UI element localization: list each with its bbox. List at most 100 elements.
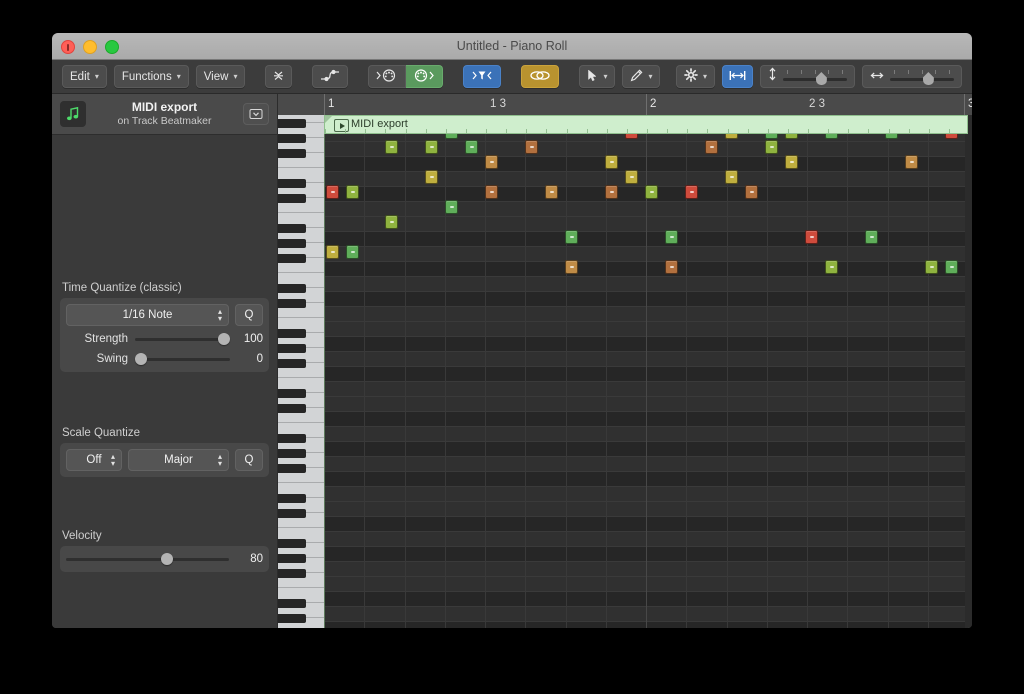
note-lane[interactable]	[324, 142, 972, 157]
piano-key-black[interactable]	[278, 539, 306, 548]
midi-note[interactable]	[346, 185, 359, 199]
edit-menu-button[interactable]: Edit ▾	[62, 65, 107, 88]
midi-note[interactable]	[725, 170, 738, 184]
piano-key-black[interactable]	[278, 569, 306, 578]
midi-note[interactable]	[485, 155, 498, 169]
note-lane[interactable]	[324, 247, 972, 262]
automation-curve-button[interactable]	[312, 65, 348, 88]
midi-note[interactable]	[525, 140, 538, 154]
note-lane[interactable]	[324, 382, 972, 397]
disclosure-down-icon[interactable]	[243, 103, 269, 125]
midi-note[interactable]	[605, 155, 618, 169]
note-lane[interactable]	[324, 562, 972, 577]
midi-note[interactable]	[565, 260, 578, 274]
midi-note[interactable]	[326, 185, 339, 199]
note-lane[interactable]	[324, 472, 972, 487]
note-lane[interactable]	[324, 607, 972, 622]
midi-note[interactable]	[385, 215, 398, 229]
midi-note[interactable]	[485, 185, 498, 199]
note-lane[interactable]	[324, 622, 972, 628]
bar-ruler[interactable]: 11 322 33	[324, 94, 972, 116]
midi-note[interactable]	[425, 170, 438, 184]
velocity-slider[interactable]	[66, 552, 229, 566]
note-lane[interactable]	[324, 442, 972, 457]
midi-note[interactable]	[825, 134, 838, 139]
midi-note[interactable]	[645, 185, 658, 199]
vertical-zoom-slider[interactable]	[783, 66, 847, 87]
piano-key-black[interactable]	[278, 224, 306, 233]
midi-note[interactable]	[805, 230, 818, 244]
midi-note[interactable]	[825, 260, 838, 274]
piano-key-black[interactable]	[278, 614, 306, 623]
piano-key-black[interactable]	[278, 464, 306, 473]
pointer-tool-button[interactable]: ▾	[579, 65, 615, 88]
midi-note[interactable]	[565, 230, 578, 244]
piano-key-black[interactable]	[278, 554, 306, 563]
midi-note[interactable]	[745, 185, 758, 199]
midi-note[interactable]	[765, 140, 778, 154]
swing-slider[interactable]	[135, 352, 230, 366]
midi-note[interactable]	[725, 134, 738, 139]
midi-note[interactable]	[865, 230, 878, 244]
piano-key-black[interactable]	[278, 509, 306, 518]
midi-note[interactable]	[326, 245, 339, 259]
piano-key-black[interactable]	[278, 254, 306, 263]
midi-note[interactable]	[945, 260, 958, 274]
midi-note[interactable]	[605, 185, 618, 199]
midi-note[interactable]	[785, 155, 798, 169]
piano-key-black[interactable]	[278, 434, 306, 443]
note-grid[interactable]	[324, 134, 972, 628]
piano-key-black[interactable]	[278, 599, 306, 608]
midi-note[interactable]	[445, 200, 458, 214]
piano-key-black[interactable]	[278, 494, 306, 503]
link-button[interactable]	[521, 65, 559, 88]
midi-note[interactable]	[945, 134, 958, 139]
midi-note[interactable]	[685, 185, 698, 199]
horizontal-zoom-control[interactable]	[862, 65, 962, 88]
piano-key-black[interactable]	[278, 194, 306, 203]
midi-note[interactable]	[765, 134, 778, 139]
piano-key-black[interactable]	[278, 404, 306, 413]
scale-quantize-mode-popup[interactable]: Off ▴▾	[66, 449, 122, 471]
midi-note[interactable]	[785, 134, 798, 139]
piano-key-black[interactable]	[278, 299, 306, 308]
piano-key-black[interactable]	[278, 344, 306, 353]
note-lane[interactable]	[324, 397, 972, 412]
piano-key-black[interactable]	[278, 284, 306, 293]
note-lane[interactable]	[324, 577, 972, 592]
note-lane[interactable]	[324, 202, 972, 217]
note-lane[interactable]	[324, 457, 972, 472]
note-lane[interactable]	[324, 427, 972, 442]
midi-note[interactable]	[665, 230, 678, 244]
note-lane[interactable]	[324, 307, 972, 322]
piano-keyboard[interactable]	[278, 115, 324, 628]
midi-note[interactable]	[885, 134, 898, 139]
midi-note[interactable]	[465, 140, 478, 154]
note-lane[interactable]	[324, 277, 972, 292]
note-lane[interactable]	[324, 412, 972, 427]
midi-note[interactable]	[925, 260, 938, 274]
piano-key-black[interactable]	[278, 389, 306, 398]
note-lane[interactable]	[324, 517, 972, 532]
midi-note[interactable]	[665, 260, 678, 274]
vertical-zoom-control[interactable]	[760, 65, 855, 88]
velocity-scale-button[interactable]	[265, 65, 292, 88]
note-lane[interactable]	[324, 337, 972, 352]
midi-out-button[interactable]	[406, 65, 443, 88]
piano-key-black[interactable]	[278, 239, 306, 248]
piano-key-black[interactable]	[278, 359, 306, 368]
note-lane[interactable]	[324, 322, 972, 337]
midi-note[interactable]	[346, 245, 359, 259]
note-lane[interactable]	[324, 487, 972, 502]
midi-note[interactable]	[625, 170, 638, 184]
piano-key-black[interactable]	[278, 449, 306, 458]
midi-note[interactable]	[625, 134, 638, 139]
horizontal-zoom-slider[interactable]	[890, 66, 954, 87]
note-lane[interactable]	[324, 547, 972, 562]
piano-key-black[interactable]	[278, 179, 306, 188]
note-lane[interactable]	[324, 352, 972, 367]
note-lane[interactable]	[324, 262, 972, 277]
midi-note[interactable]	[705, 140, 718, 154]
note-lane[interactable]	[324, 157, 972, 172]
note-lane[interactable]	[324, 292, 972, 307]
